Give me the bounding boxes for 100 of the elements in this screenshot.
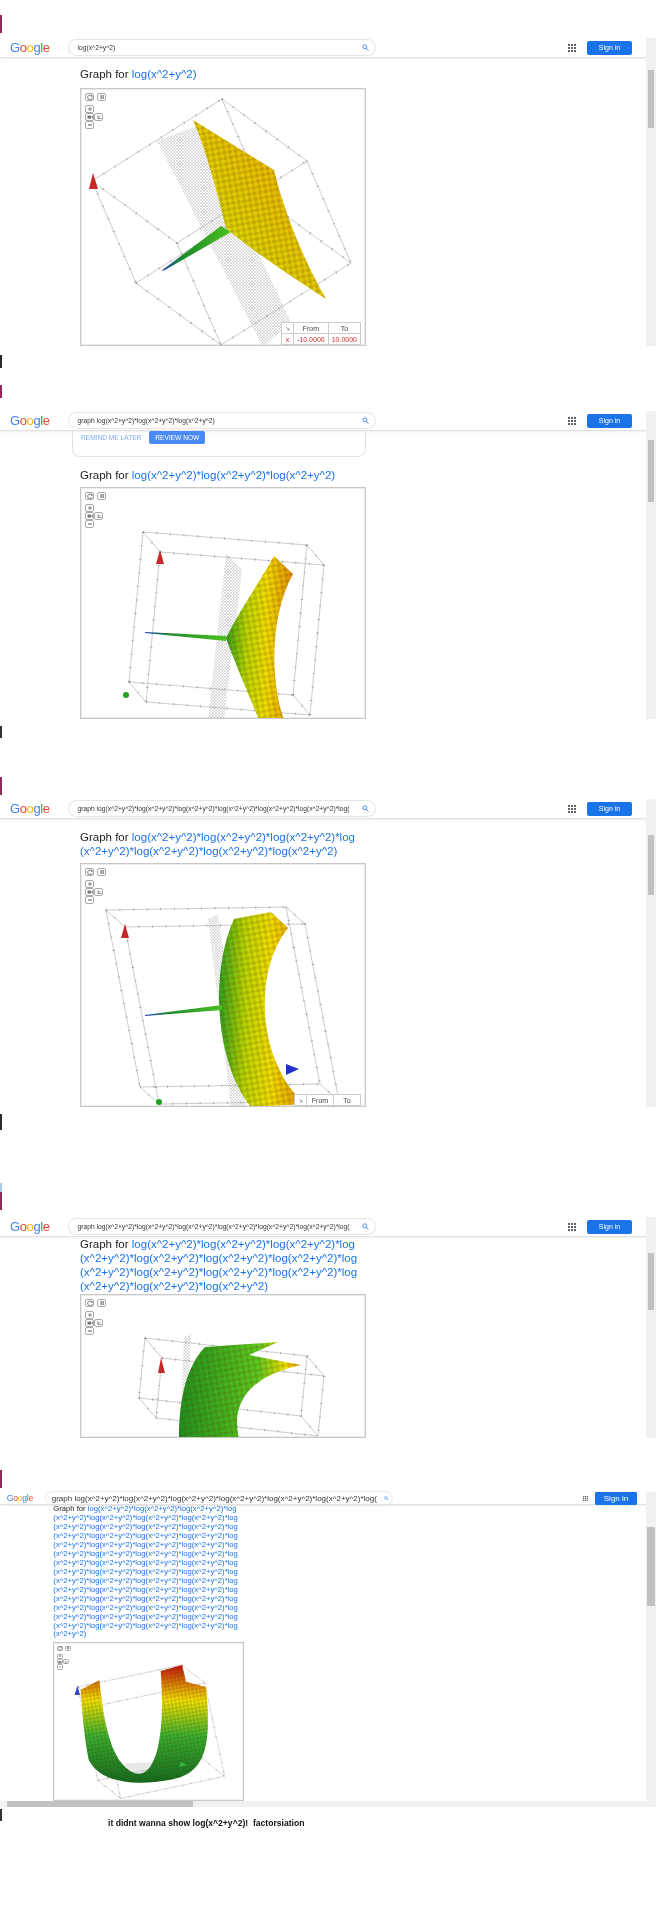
graph-title: Graph for log(x^2+y^2)*log(x^2+y^2)*log(x^2+y^2)*log(x^2+y^2)*log(x^2+y^2)*log(x^2+y^2)*log(x^2+y^2) [80,830,356,858]
scrollbar[interactable] [646,1217,656,1438]
logo[interactable]: Google [10,413,50,428]
scrollbar[interactable] [646,799,656,1107]
window-edge-strip [0,1114,2,1130]
cone-marker [89,173,98,189]
camera-icon [58,1659,62,1664]
apps-grid-icon[interactable] [582,1495,588,1501]
axes-button[interactable] [94,512,103,520]
pause-icon [98,869,105,875]
scrollbar-thumb[interactable] [648,835,654,895]
search-icon[interactable] [361,1223,369,1230]
window-edge-strip [0,1808,2,1821]
apps-grid-icon[interactable] [568,416,576,425]
axes-button[interactable] [94,113,103,121]
reset-view-button[interactable] [85,1299,94,1307]
window-edge-strip [0,385,2,398]
reset-view-button[interactable] [85,492,94,500]
zoom-in-button[interactable] [85,880,94,888]
search-icon[interactable] [361,44,369,51]
pause-icon [98,1300,105,1306]
zoom-in-button[interactable] [85,105,94,113]
search-icon[interactable] [361,417,369,424]
scrollbar[interactable] [646,1492,656,1801]
scrollbar-thumb[interactable] [648,1253,654,1310]
cone-marker [179,1761,188,1768]
axes-icon [95,1320,102,1326]
logo[interactable]: Google [10,801,50,816]
reset-icon [86,94,93,100]
camera-icon [86,889,93,895]
plus-icon [86,106,93,112]
cone-marker [156,550,164,564]
axes-icon [95,513,102,519]
pause-button[interactable] [65,1645,71,1652]
minus-icon [86,521,93,527]
graph-panel[interactable] [53,1642,244,1801]
zoom-out-button[interactable] [85,121,94,129]
logo[interactable]: Google [10,40,50,55]
arrow-icon[interactable] [298,1097,303,1103]
camera-icon [86,114,93,120]
cone-marker [158,1358,165,1373]
camera-icon [86,1320,93,1326]
apps-grid-icon[interactable] [568,43,576,52]
reset-icon [86,869,93,875]
plus-icon [86,505,93,511]
cone-marker [286,1064,299,1075]
graph-title: Graph for log(x^2+y^2) [80,67,198,81]
zoom-out-button[interactable] [85,520,94,528]
apps-grid-icon[interactable] [568,1222,576,1231]
spike-drawing [161,226,231,271]
cone-marker [121,924,129,938]
caption-text: it didnt wanna show log(x^2+y^2)! factorsiation [108,1817,305,1828]
window-edge-strip [0,777,2,795]
logo[interactable]: Google [10,1219,50,1234]
minus-icon [86,122,93,128]
reset-icon [86,1300,93,1306]
scrollbar[interactable] [646,38,656,346]
scrollbar-thumb[interactable] [648,70,654,128]
reset-view-button[interactable] [57,1645,63,1652]
arrow-icon[interactable] [285,325,291,331]
reset-icon [86,493,93,499]
axes-button[interactable] [94,888,103,896]
graph-title: Graph for log(x^2+y^2)*log(x^2+y^2)*log(x^2+y^2)*log(x^2+y^2)*log(x^2+y^2)*log(x^2+y^2)*log(x^2+y^2)*log(x^2+y^2)*log(x^2+y^2)*log(x^2+y^2)*log(x^2+y^2)*log(x^2+y^2)*log(x^2+y^2)*log(x^2+y^2) [80,1237,359,1293]
reset-view-button[interactable] [85,93,94,101]
plus-icon [86,1312,93,1318]
graph-title: Graph for log(x^2+y^2)*log(x^2+y^2)*log(x^2+y^2) [80,468,337,482]
axes-icon [95,114,102,120]
pause-button[interactable] [97,93,106,101]
logo[interactable]: Google [6,1493,34,1504]
pause-icon [66,1646,70,1651]
ball-marker [156,1099,162,1105]
scrollbar-thumb[interactable] [647,1526,655,1606]
axes-button[interactable] [63,1659,69,1665]
pause-icon [98,94,105,100]
zoom-in-button[interactable] [85,1311,94,1319]
scrollbar[interactable] [646,411,656,719]
zoom-in-button[interactable] [85,504,94,512]
zoom-out-button[interactable] [57,1664,63,1670]
zoom-out-button[interactable] [85,1327,94,1335]
pause-button[interactable] [97,868,106,876]
graph-panel[interactable] [80,1294,366,1438]
horizontal-scrollbar[interactable] [0,1800,656,1807]
scrollbar-thumb[interactable] [648,440,654,502]
scrollbar-thumb[interactable] [6,1800,193,1807]
axes-icon [95,889,102,895]
plus-icon [86,881,93,887]
search-icon[interactable] [361,805,369,812]
pause-button[interactable] [97,492,106,500]
pause-icon [98,493,105,499]
window-edge-strip [0,355,2,368]
axes-button[interactable] [94,1319,103,1327]
reset-view-button[interactable] [85,868,94,876]
apps-grid-icon[interactable] [568,804,576,813]
ball-marker [123,692,129,698]
camera-icon [86,513,93,519]
minus-icon [86,1328,93,1334]
zoom-out-button[interactable] [85,896,94,904]
window-edge-strip [0,726,2,738]
pause-button[interactable] [97,1299,106,1307]
window-edge-strip [0,15,2,33]
